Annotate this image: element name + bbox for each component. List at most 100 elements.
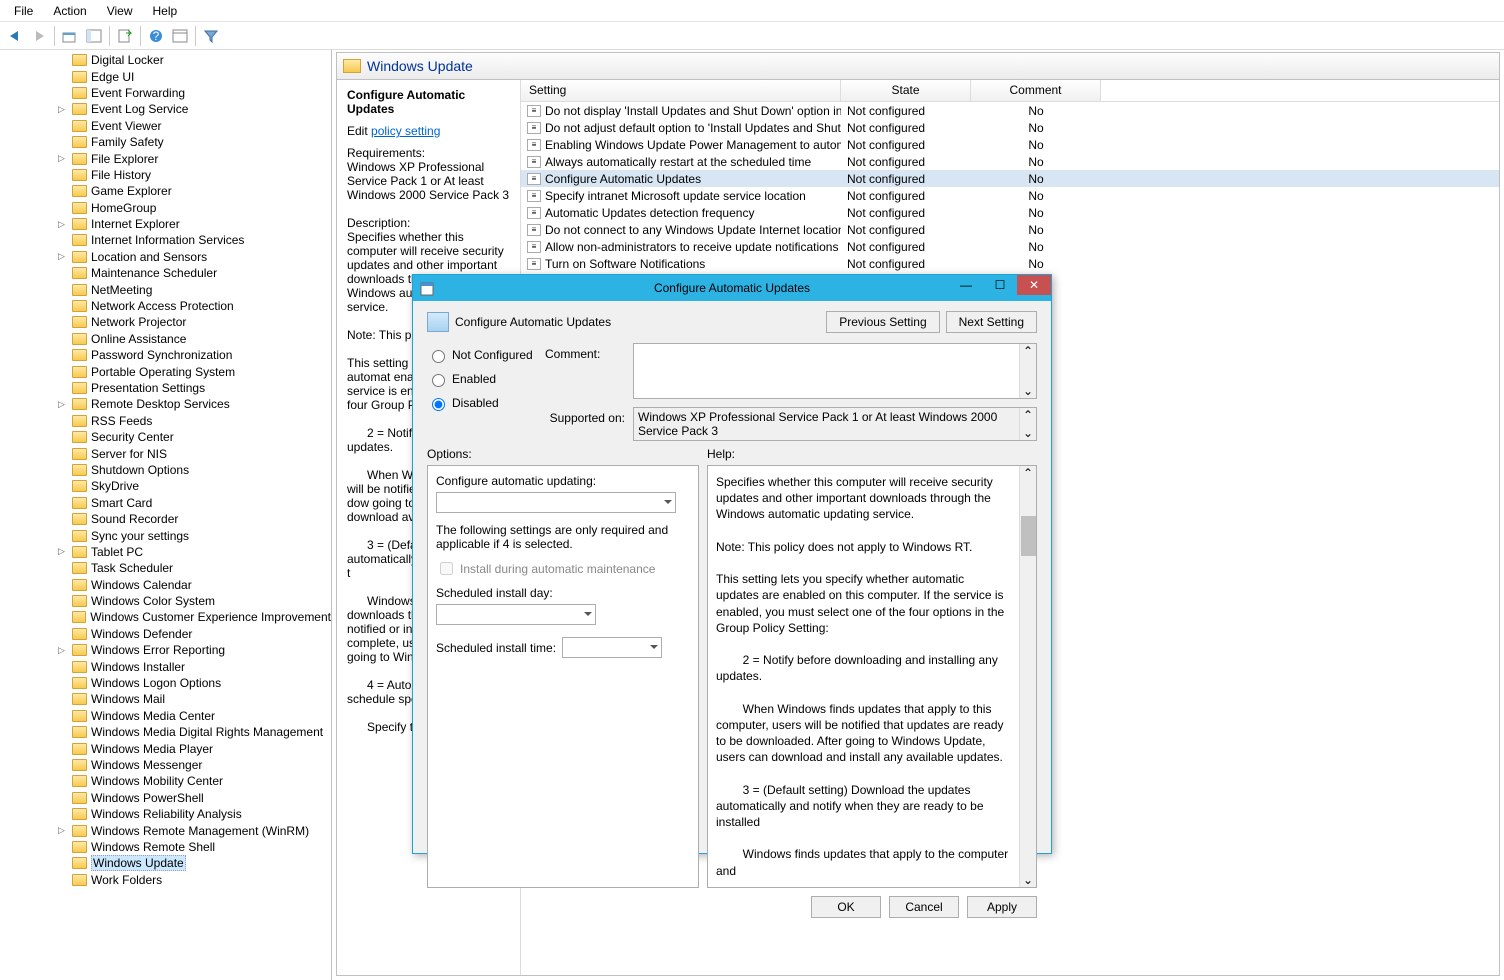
back-button[interactable] <box>4 25 26 47</box>
properties-icon[interactable] <box>169 25 191 47</box>
tree-item[interactable]: Smart Card <box>0 495 331 511</box>
export-icon[interactable] <box>114 25 136 47</box>
tree-item[interactable]: Sound Recorder <box>0 511 331 527</box>
menu-file[interactable]: File <box>4 2 43 20</box>
install-time-combo[interactable] <box>562 637 662 658</box>
tree-item[interactable]: Event Log Service <box>0 101 331 117</box>
tree-item[interactable]: Windows Mail <box>0 691 331 707</box>
close-button[interactable]: ✕ <box>1017 275 1051 295</box>
edit-policy-link[interactable]: policy setting <box>371 124 440 138</box>
list-row[interactable]: ≡Do not adjust default option to 'Instal… <box>521 119 1499 136</box>
tree-item[interactable]: Edge UI <box>0 68 331 84</box>
list-row[interactable]: ≡Do not display 'Install Updates and Shu… <box>521 102 1499 119</box>
configure-updating-combo[interactable] <box>436 492 676 513</box>
help-icon[interactable]: ? <box>145 25 167 47</box>
scrollbar[interactable]: ⌃⌄ <box>1019 344 1036 398</box>
tree-item[interactable]: Windows Messenger <box>0 757 331 773</box>
cancel-button[interactable]: Cancel <box>889 896 959 918</box>
tree-item[interactable]: Location and Sensors <box>0 249 331 265</box>
tree-item[interactable]: Task Scheduler <box>0 560 331 576</box>
folder-icon <box>72 349 87 361</box>
tree-item[interactable]: Windows Logon Options <box>0 675 331 691</box>
tree-item[interactable]: Maintenance Scheduler <box>0 265 331 281</box>
list-row[interactable]: ≡Turn on Software NotificationsNot confi… <box>521 255 1499 272</box>
tree-item[interactable]: Windows Customer Experience Improvement <box>0 609 331 625</box>
tree-item[interactable]: Family Safety <box>0 134 331 150</box>
col-setting[interactable]: Setting <box>521 80 841 101</box>
menu-view[interactable]: View <box>97 2 143 20</box>
tree-item[interactable]: SkyDrive <box>0 478 331 494</box>
list-row[interactable]: ≡Always automatically restart at the sch… <box>521 153 1499 170</box>
tree-item[interactable]: Tablet PC <box>0 544 331 560</box>
list-header[interactable]: Setting State Comment <box>521 80 1499 102</box>
list-row[interactable]: ≡Specify intranet Microsoft update servi… <box>521 187 1499 204</box>
tree-item[interactable]: Portable Operating System <box>0 363 331 379</box>
tree-item[interactable]: Windows Media Center <box>0 708 331 724</box>
minimize-button[interactable]: — <box>949 275 983 295</box>
tree-item[interactable]: Internet Explorer <box>0 216 331 232</box>
ok-button[interactable]: OK <box>811 896 881 918</box>
tree-item[interactable]: Windows Remote Shell <box>0 839 331 855</box>
tree-item[interactable]: NetMeeting <box>0 281 331 297</box>
up-icon[interactable] <box>59 25 81 47</box>
maximize-button[interactable]: ☐ <box>983 275 1017 295</box>
tree-pane[interactable]: Digital LockerEdge UIEvent ForwardingEve… <box>0 50 332 980</box>
tree-item[interactable]: Windows Remote Management (WinRM) <box>0 822 331 838</box>
radio-disabled[interactable]: Disabled <box>427 395 537 411</box>
menu-action[interactable]: Action <box>43 2 96 20</box>
show-hide-tree-icon[interactable] <box>83 25 105 47</box>
tree-item[interactable]: Event Forwarding <box>0 85 331 101</box>
radio-enabled[interactable]: Enabled <box>427 371 537 387</box>
tree-item[interactable]: Windows Media Digital Rights Management <box>0 724 331 740</box>
tree-item[interactable]: Presentation Settings <box>0 380 331 396</box>
forward-button[interactable] <box>28 25 50 47</box>
list-row[interactable]: ≡Do not connect to any Windows Update In… <box>521 221 1499 238</box>
install-maintenance-checkbox[interactable]: Install during automatic maintenance <box>436 559 690 578</box>
apply-button[interactable]: Apply <box>967 896 1037 918</box>
tree-item[interactable]: Windows Reliability Analysis <box>0 806 331 822</box>
scrollbar[interactable]: ⌃⌄ <box>1019 466 1036 887</box>
install-day-combo[interactable] <box>436 604 596 625</box>
radio-not-configured[interactable]: Not Configured <box>427 347 537 363</box>
tree-item[interactable]: Internet Information Services <box>0 232 331 248</box>
tree-item[interactable]: Windows Error Reporting <box>0 642 331 658</box>
col-comment[interactable]: Comment <box>971 80 1101 101</box>
col-state[interactable]: State <box>841 80 971 101</box>
tree-item[interactable]: Windows Defender <box>0 626 331 642</box>
tree-item[interactable]: Password Synchronization <box>0 347 331 363</box>
tree-item[interactable]: RSS Feeds <box>0 413 331 429</box>
tree-item[interactable]: Windows Color System <box>0 593 331 609</box>
tree-item[interactable]: Windows Calendar <box>0 577 331 593</box>
list-row[interactable]: ≡Enabling Windows Update Power Managemen… <box>521 136 1499 153</box>
tree-item[interactable]: Server for NIS <box>0 445 331 461</box>
tree-item[interactable]: Event Viewer <box>0 118 331 134</box>
tree-item[interactable]: Shutdown Options <box>0 462 331 478</box>
tree-item[interactable]: Windows PowerShell <box>0 790 331 806</box>
tree-item[interactable]: Digital Locker <box>0 52 331 68</box>
list-row[interactable]: ≡Configure Automatic UpdatesNot configur… <box>521 170 1499 187</box>
tree-item[interactable]: File History <box>0 167 331 183</box>
tree-item[interactable]: Windows Media Player <box>0 740 331 756</box>
tree-item[interactable]: Online Assistance <box>0 331 331 347</box>
tree-item[interactable]: Network Access Protection <box>0 298 331 314</box>
comment-field[interactable]: ⌃⌄ <box>633 343 1037 399</box>
tree-item[interactable]: Network Projector <box>0 314 331 330</box>
dialog-titlebar[interactable]: Configure Automatic Updates — ☐ ✕ <box>413 275 1051 301</box>
tree-item[interactable]: Sync your settings <box>0 527 331 543</box>
scrollbar[interactable]: ⌃⌄ <box>1019 408 1036 440</box>
tree-item[interactable]: Remote Desktop Services <box>0 396 331 412</box>
filter-icon[interactable] <box>200 25 222 47</box>
list-row[interactable]: ≡Automatic Updates detection frequencyNo… <box>521 204 1499 221</box>
list-row[interactable]: ≡Allow non-administrators to receive upd… <box>521 238 1499 255</box>
previous-setting-button[interactable]: Previous Setting <box>826 311 939 333</box>
tree-item[interactable]: Security Center <box>0 429 331 445</box>
tree-item[interactable]: File Explorer <box>0 150 331 166</box>
tree-item[interactable]: Windows Installer <box>0 658 331 674</box>
menu-help[interactable]: Help <box>143 2 188 20</box>
tree-item[interactable]: Game Explorer <box>0 183 331 199</box>
tree-item[interactable]: HomeGroup <box>0 200 331 216</box>
tree-item[interactable]: Windows Update <box>0 855 331 871</box>
next-setting-button[interactable]: Next Setting <box>946 311 1037 333</box>
tree-item[interactable]: Windows Mobility Center <box>0 773 331 789</box>
tree-item[interactable]: Work Folders <box>0 872 331 888</box>
